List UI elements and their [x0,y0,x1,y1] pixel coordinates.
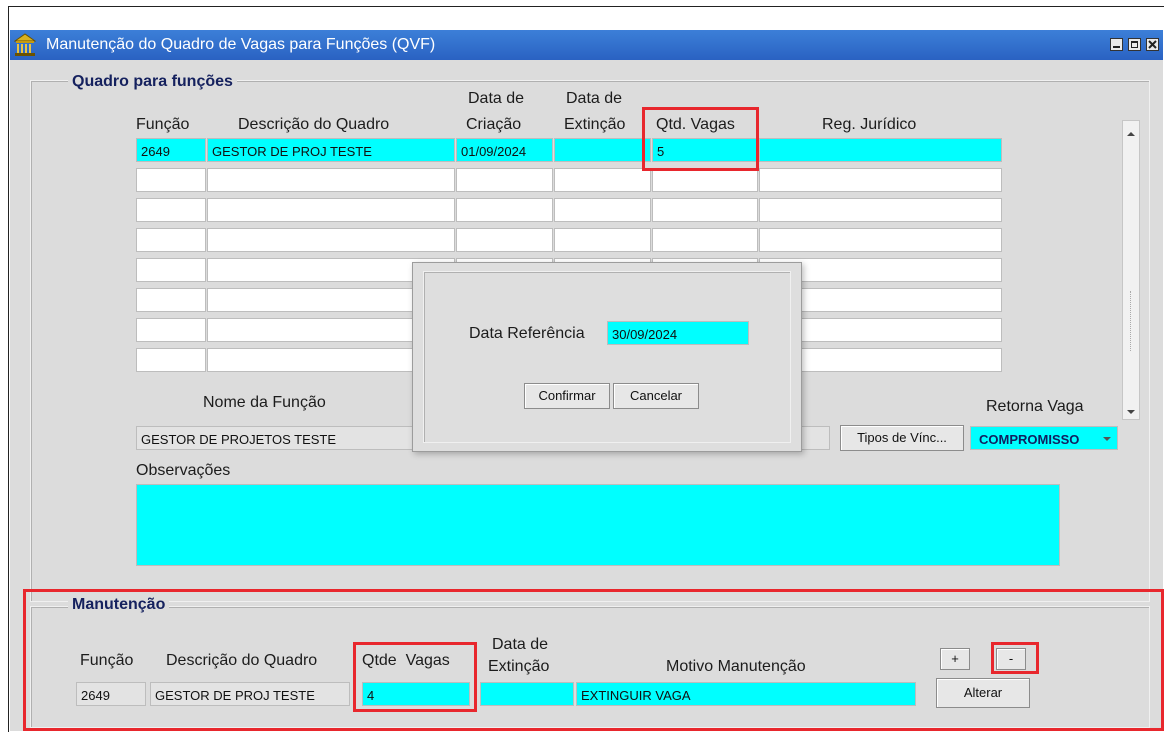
row1-funcao[interactable]: 2649 [136,138,206,162]
cancelar-button[interactable]: Cancelar [613,383,699,409]
app-building-icon [14,33,36,56]
col-header-descricao: Descrição do Quadro [238,116,390,133]
empty-grid-cell[interactable] [554,228,651,252]
empty-grid-cell[interactable] [136,198,206,222]
man-qtde-vagas-field[interactable]: 4 [362,682,470,706]
scroll-down-icon[interactable] [1126,404,1136,414]
row1-descricao[interactable]: GESTOR DE PROJ TESTE [207,138,455,162]
empty-grid-cell[interactable] [207,168,455,192]
window-title: Manutenção do Quadro de Vagas para Funçõ… [46,36,436,53]
man-col-data-extincao-2: Extinção [488,658,550,675]
row1-data-extincao[interactable] [554,138,651,162]
man-col-funcao: Função [80,652,134,669]
manutencao-section-title: Manutenção [68,596,170,614]
tipos-vinc-button[interactable]: Tipos de Vínc... [840,425,964,451]
scrollbar-grip[interactable] [1130,291,1133,351]
alterar-button[interactable]: Alterar [936,678,1030,708]
row1-qtd-vagas[interactable]: 5 [652,138,758,162]
empty-grid-cell[interactable] [136,348,206,372]
row1-reg-juridico[interactable] [759,138,1002,162]
empty-grid-cell[interactable] [652,198,758,222]
empty-grid-cell[interactable] [759,228,1002,252]
retorna-vaga-label: Retorna Vaga [986,398,1084,415]
empty-grid-cell[interactable] [136,318,206,342]
man-col-motivo: Motivo Manutenção [666,658,806,675]
empty-grid-cell[interactable] [759,168,1002,192]
col-header-data-extincao-2: Extinção [564,116,626,133]
man-col-descricao: Descrição do Quadro [166,652,318,669]
col-header-data-extincao-1: Data de [566,90,623,107]
empty-grid-cell[interactable] [136,258,206,282]
empty-grid-cell[interactable] [207,198,455,222]
empty-grid-cell[interactable] [207,228,455,252]
vertical-scrollbar[interactable] [1122,120,1140,420]
data-referencia-label: Data Referência [469,325,585,342]
observacoes-textarea[interactable] [136,484,1060,566]
empty-grid-cell[interactable] [759,198,1002,222]
window-titlebar: Manutenção do Quadro de Vagas para Funçõ… [10,30,1163,60]
data-referencia-dialog: Data Referência 30/09/2024 Confirmar Can… [412,262,802,452]
empty-grid-cell[interactable] [136,228,206,252]
nome-funcao-field[interactable]: GESTOR DE PROJETOS TESTE [136,426,426,450]
dialog-inner-panel [423,271,791,443]
empty-grid-cell[interactable] [136,288,206,312]
man-motivo-field[interactable]: EXTINGUIR VAGA [576,682,916,706]
empty-grid-cell[interactable] [136,168,206,192]
man-col-qtde-vagas: Qtde Vagas [362,652,450,669]
chevron-down-icon[interactable] [1102,434,1112,444]
vinculo-field[interactable] [800,426,830,450]
close-icon[interactable] [1146,38,1159,51]
col-header-funcao: Função [136,116,190,133]
minus-button[interactable]: - [996,648,1026,670]
empty-grid-cell[interactable] [554,198,651,222]
observacoes-label: Observações [136,462,231,479]
man-col-data-extincao-1: Data de [492,636,549,653]
quadro-section-title: Quadro para funções [68,73,237,91]
col-header-data-criacao-2: Criação [466,116,522,133]
col-header-qtd-vagas: Qtd. Vagas [656,116,735,133]
nome-funcao-label: Nome da Função [203,394,326,411]
empty-grid-cell[interactable] [652,168,758,192]
minimize-icon[interactable] [1110,38,1123,51]
window-client-area: Quadro para funções Função Descrição do … [10,60,1163,731]
confirmar-button[interactable]: Confirmar [524,383,610,409]
empty-grid-cell[interactable] [554,168,651,192]
retorna-vaga-select[interactable]: COMPROMISSO [970,426,1118,450]
empty-grid-cell[interactable] [652,228,758,252]
data-referencia-field[interactable]: 30/09/2024 [607,321,749,345]
plus-button[interactable]: + [940,648,970,670]
empty-grid-cell[interactable] [456,228,553,252]
empty-grid-cell[interactable] [456,198,553,222]
col-header-reg-juridico: Reg. Jurídico [822,116,917,133]
empty-grid-cell[interactable] [456,168,553,192]
row1-data-criacao[interactable]: 01/09/2024 [456,138,553,162]
man-funcao-field[interactable]: 2649 [76,682,146,706]
retorna-vaga-value: COMPROMISSO [979,432,1080,447]
man-descricao-field[interactable]: GESTOR DE PROJ TESTE [150,682,350,706]
maximize-icon[interactable] [1128,38,1141,51]
scroll-up-icon[interactable] [1126,126,1136,136]
man-data-extincao-field[interactable] [480,682,574,706]
col-header-data-criacao-1: Data de [468,90,525,107]
